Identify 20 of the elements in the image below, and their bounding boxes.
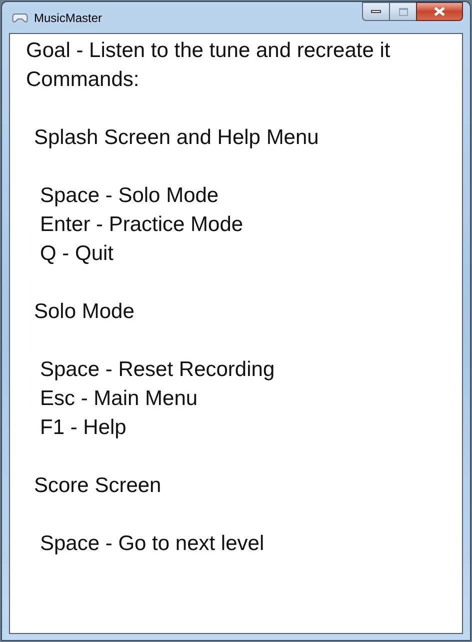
gamepad-icon: [12, 12, 28, 24]
command-text: Space - Go to next level: [40, 531, 264, 557]
maximize-icon: [398, 8, 408, 16]
command-text: Esc - Main Menu: [40, 386, 198, 412]
window-title: MusicMaster: [34, 10, 102, 26]
close-button[interactable]: [416, 2, 463, 21]
maximize-button[interactable]: [390, 2, 416, 21]
intro-text: Commands:: [26, 67, 140, 93]
command-text: Enter - Practice Mode: [40, 212, 244, 238]
command-text: Space - Reset Recording: [40, 357, 275, 383]
section-heading: Splash Screen and Help Menu: [34, 125, 319, 151]
section-heading: Score Screen: [34, 473, 162, 499]
minimize-icon: [371, 10, 381, 13]
intro-text: Goal - Listen to the tune and recreate it: [26, 38, 390, 64]
section-heading: Solo Mode: [34, 299, 134, 325]
command-text: F1 - Help: [40, 415, 126, 441]
close-icon: [434, 7, 445, 16]
command-text: Q - Quit: [40, 241, 114, 267]
minimize-button[interactable]: [362, 2, 390, 21]
command-text: Space - Solo Mode: [40, 183, 219, 209]
